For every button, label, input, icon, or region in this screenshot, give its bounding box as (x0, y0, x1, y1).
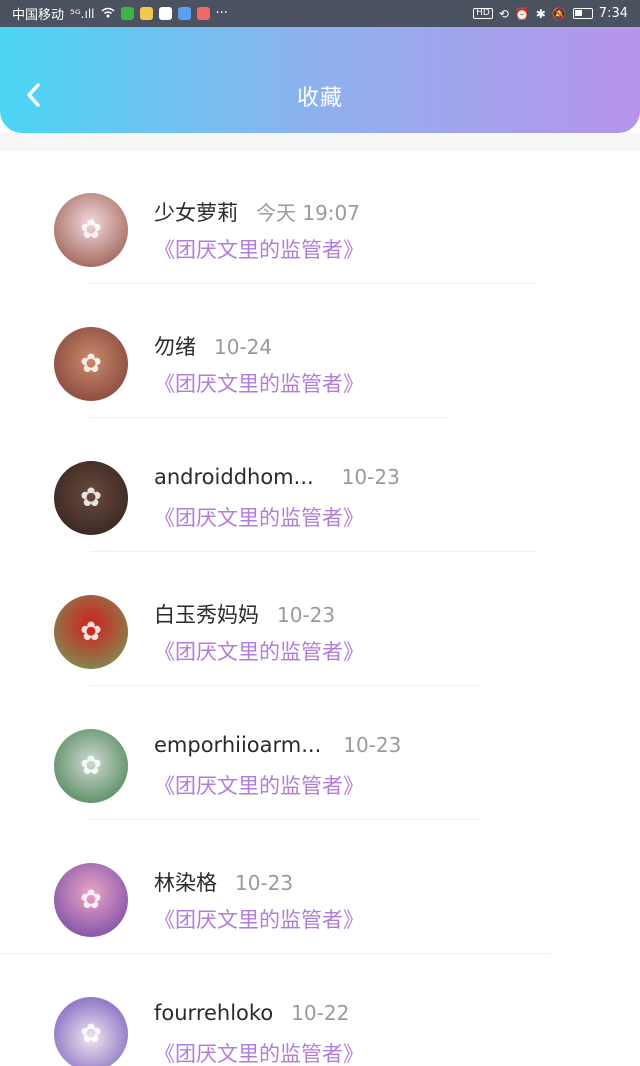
app-icon-3 (158, 7, 172, 20)
battery-icon (572, 8, 593, 19)
timestamp: 10-23 (277, 603, 336, 627)
book-title-link[interactable]: 《团厌文里的监管者》 (154, 368, 364, 398)
avatar[interactable]: ✿ (54, 461, 128, 535)
list-item[interactable]: ✿ 勿绪 10-24 《团厌文里的监管者》 (0, 285, 640, 419)
user-name[interactable]: emporhiioarm... (154, 733, 321, 757)
avatar-image-icon: ✿ (80, 215, 102, 245)
item-header: 少女萝莉 今天 19:07 (154, 197, 360, 227)
book-title-link[interactable]: 《团厌文里的监管者》 (154, 770, 364, 800)
avatar[interactable]: ✿ (54, 863, 128, 937)
avatar[interactable]: ✿ (54, 729, 128, 803)
divider (90, 283, 536, 284)
timestamp: 10-22 (291, 1001, 350, 1025)
timestamp: 10-24 (214, 335, 273, 359)
list-top-spacer (0, 133, 640, 151)
list-item[interactable]: ✿ 林染格 10-23 《团厌文里的监管者》 (0, 821, 640, 955)
signal-icon: ⁵ᴳ.ıll (70, 6, 95, 21)
alarm-icon: ⏰ (514, 6, 530, 21)
avatar[interactable]: ✿ (54, 997, 128, 1066)
hd-icon: HD (473, 8, 493, 19)
item-header: 白玉秀妈妈 10-23 (154, 599, 335, 629)
avatar-image-icon: ✿ (80, 1019, 102, 1049)
book-title-link[interactable]: 《团厌文里的监管者》 (154, 636, 364, 666)
item-header: 林染格 10-23 (154, 867, 293, 897)
overflow-icon: ··· (215, 6, 228, 21)
avatar[interactable]: ✿ (54, 327, 128, 401)
book-title-link[interactable]: 《团厌文里的监管者》 (154, 1038, 364, 1066)
avatar-image-icon: ✿ (80, 483, 102, 513)
list-item[interactable]: ✿ fourrehloko 10-22 《团厌文里的监管者》 (0, 955, 640, 1066)
list-item[interactable]: ✿ androiddhom... 10-23 《团厌文里的监管者》 (0, 419, 640, 553)
book-title-link[interactable]: 《团厌文里的监管者》 (154, 502, 364, 532)
data-icon: ⟲ (498, 6, 509, 21)
divider (0, 953, 550, 954)
wifi-icon (101, 7, 115, 20)
user-name[interactable]: androiddhom... (154, 465, 314, 489)
carrier-label: 中国移动 (12, 8, 65, 23)
app-icon-2 (139, 7, 153, 20)
avatar[interactable]: ✿ (54, 595, 128, 669)
avatar-image-icon: ✿ (80, 349, 102, 379)
list-item[interactable]: ✿ emporhiioarm... 10-23 《团厌文里的监管者》 (0, 687, 640, 821)
item-header: emporhiioarm... 10-23 (154, 733, 401, 757)
page-title: 收藏 (296, 86, 343, 111)
timestamp: 今天 19:07 (256, 201, 360, 225)
list-item[interactable]: ✿ 白玉秀妈妈 10-23 《团厌文里的监管者》 (0, 553, 640, 687)
avatar-image-icon: ✿ (80, 617, 102, 647)
mute-icon: 🔕 (551, 6, 567, 21)
app-icon-5 (196, 7, 210, 20)
clock: 7:34 (598, 6, 628, 21)
user-name[interactable]: 白玉秀妈妈 (154, 599, 259, 629)
user-name[interactable]: 林染格 (154, 867, 217, 897)
timestamp: 10-23 (343, 733, 402, 757)
item-header: androiddhom... 10-23 (154, 465, 400, 489)
item-header: 勿绪 10-24 (154, 331, 272, 361)
book-title-link[interactable]: 《团厌文里的监管者》 (154, 234, 364, 264)
app-icon-1 (120, 7, 134, 20)
divider (90, 551, 536, 552)
list-item[interactable]: ✿ 少女萝莉 今天 19:07 《团厌文里的监管者》 (0, 151, 640, 285)
app-icon-4 (177, 7, 191, 20)
header: 收藏 (0, 27, 640, 133)
status-bar: 中国移动 ⁵ᴳ.ıll ··· HD ⟲ ⏰ ✱ 🔕 7:34 (0, 0, 640, 27)
divider (90, 819, 480, 820)
user-name[interactable]: fourrehloko (154, 1001, 273, 1025)
divider (90, 417, 450, 418)
timestamp: 10-23 (341, 465, 400, 489)
item-header: fourrehloko 10-22 (154, 1001, 349, 1025)
book-title-link[interactable]: 《团厌文里的监管者》 (154, 904, 364, 934)
avatar-image-icon: ✿ (80, 751, 102, 781)
bluetooth-icon: ✱ (535, 6, 546, 21)
avatar-image-icon: ✿ (80, 885, 102, 915)
favorites-list: ✿ 少女萝莉 今天 19:07 《团厌文里的监管者》 ✿ 勿绪 10-24 《团… (0, 151, 640, 1066)
user-name[interactable]: 勿绪 (154, 331, 196, 361)
timestamp: 10-23 (235, 871, 294, 895)
avatar[interactable]: ✿ (54, 193, 128, 267)
user-name[interactable]: 少女萝莉 (154, 197, 238, 227)
divider (90, 685, 480, 686)
